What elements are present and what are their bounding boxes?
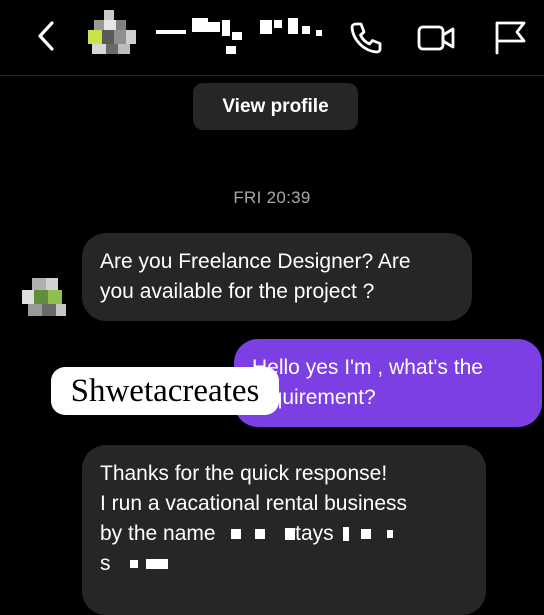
message-timestamp: FRI 20:39 bbox=[233, 188, 311, 207]
username-redacted[interactable] bbox=[156, 14, 326, 60]
back-button[interactable] bbox=[32, 18, 60, 54]
video-camera-icon bbox=[417, 25, 455, 51]
phone-icon bbox=[350, 22, 382, 54]
redaction-block bbox=[130, 560, 139, 569]
redaction-block bbox=[231, 529, 242, 540]
message-text-line: requirement? bbox=[252, 386, 376, 409]
message-text-line: Hello yes I'm , what's the bbox=[252, 356, 483, 379]
message-text-fragment: s bbox=[100, 552, 111, 575]
message-text-fragment: tays bbox=[295, 522, 334, 545]
sender-avatar[interactable] bbox=[22, 276, 68, 322]
message-text-line: I run a vacational rental business bbox=[100, 492, 408, 515]
view-profile-button[interactable]: View profile bbox=[193, 83, 358, 130]
message-text-line: by the name tays bbox=[100, 519, 468, 549]
report-button[interactable] bbox=[490, 18, 530, 58]
message-bubble-incoming[interactable]: Thanks for the quick response! I run a v… bbox=[82, 445, 486, 615]
watermark-label: Shwetacreates bbox=[51, 367, 279, 415]
message-text-fragment: by the name bbox=[100, 522, 216, 545]
message-text-line: you available for the project ? bbox=[100, 280, 375, 303]
redaction-block bbox=[285, 528, 296, 541]
video-call-button[interactable] bbox=[416, 18, 456, 58]
avatar[interactable] bbox=[86, 8, 138, 60]
redaction-block bbox=[343, 527, 350, 542]
message-text-line: Thanks for the quick response! bbox=[100, 462, 388, 485]
message-bubble-incoming[interactable]: Are you Freelance Designer? Are you avai… bbox=[82, 233, 472, 321]
message-text-line: s bbox=[100, 549, 468, 579]
redaction-block bbox=[146, 559, 169, 570]
flag-icon bbox=[495, 21, 526, 55]
redaction-block bbox=[387, 530, 394, 539]
chevron-left-icon bbox=[38, 21, 54, 51]
voice-call-button[interactable] bbox=[346, 18, 386, 58]
redaction-block bbox=[255, 529, 266, 540]
message-text-line: Are you Freelance Designer? Are bbox=[100, 250, 411, 273]
message-bubble-outgoing[interactable]: Hello yes I'm , what's the requirement? bbox=[234, 339, 542, 427]
chat-header bbox=[0, 0, 544, 76]
redaction-block bbox=[361, 529, 372, 540]
